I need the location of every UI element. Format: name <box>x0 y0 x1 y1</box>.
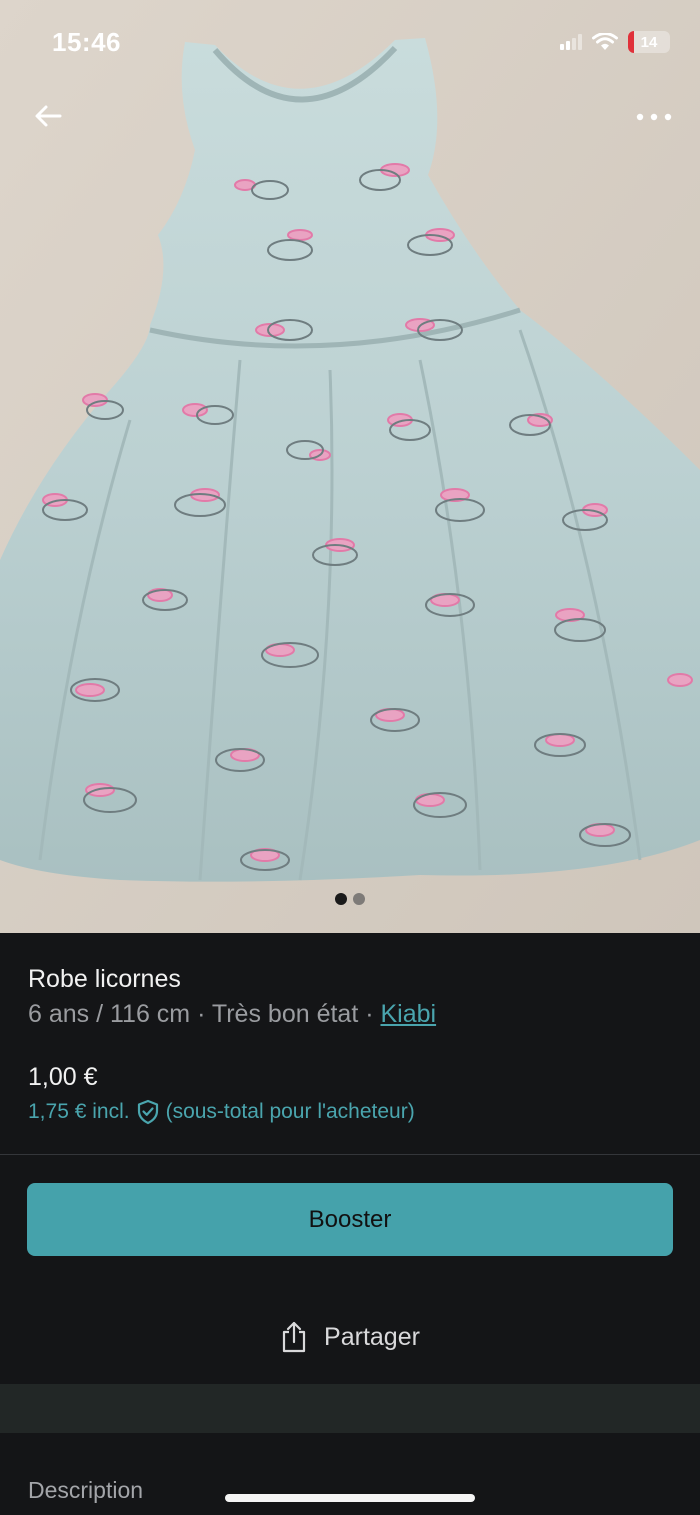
price-incl: 1,75 € incl. <box>28 1100 130 1123</box>
item-price: 1,00 € <box>28 1063 98 1091</box>
dress-photo-image <box>0 0 700 933</box>
price-incl-note: (sous-total pour l'acheteur) <box>165 1100 415 1123</box>
product-photo[interactable]: 15:46 14 <box>0 0 700 933</box>
carousel-dot[interactable] <box>353 893 365 905</box>
item-meta: 6 ans / 116 cm · Très bon état · Kiabi <box>28 1000 436 1029</box>
description-heading: Description <box>28 1477 144 1503</box>
brand-link[interactable]: Kiabi <box>380 1000 436 1028</box>
signal-icon <box>560 34 582 50</box>
booster-button[interactable]: Booster <box>27 1183 673 1256</box>
item-details: Robe licornes 6 ans / 116 cm · Très bon … <box>0 933 700 1515</box>
status-time: 15:46 <box>52 26 121 57</box>
more-options-button[interactable] <box>632 100 676 134</box>
buyer-price-info[interactable]: 1,75 € incl. (sous-total pour l'acheteur… <box>28 1099 415 1125</box>
divider <box>0 1154 700 1155</box>
more-horizontal-icon <box>636 113 672 121</box>
arrow-left-icon <box>35 105 62 127</box>
share-button[interactable]: Partager <box>0 1315 700 1359</box>
share-icon <box>282 1321 306 1353</box>
battery-fill <box>628 31 634 53</box>
carousel-dot[interactable] <box>335 893 347 905</box>
meta-separator: · <box>190 1000 212 1028</box>
section-separator <box>0 1384 700 1433</box>
item-title: Robe licornes <box>28 965 181 993</box>
battery-level: 14 <box>640 33 658 51</box>
meta-separator: · <box>358 1000 381 1028</box>
battery-charging-icon: 14 <box>628 31 670 53</box>
carousel-indicator[interactable] <box>0 893 700 905</box>
status-icons: 14 <box>560 31 670 53</box>
shield-check-icon <box>137 1099 158 1125</box>
wifi-icon <box>592 33 618 50</box>
share-label: Partager <box>324 1322 420 1351</box>
status-bar: 15:46 14 <box>0 0 700 84</box>
item-size: 6 ans / 116 cm <box>28 1000 191 1028</box>
item-condition: Très bon état <box>211 1000 359 1028</box>
home-indicator[interactable] <box>225 1494 475 1502</box>
back-button[interactable] <box>28 96 68 136</box>
